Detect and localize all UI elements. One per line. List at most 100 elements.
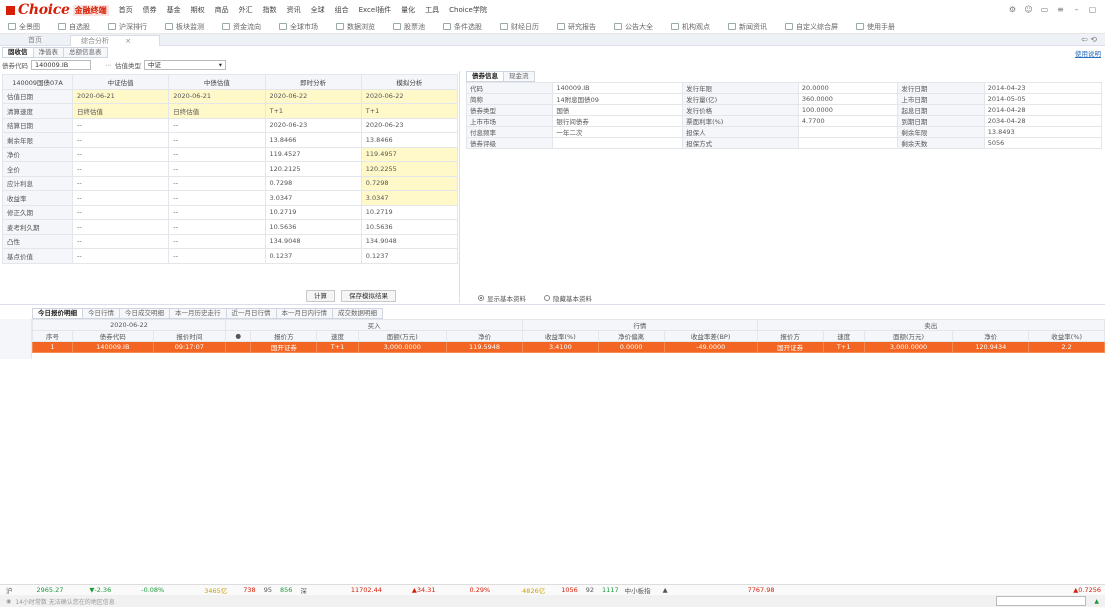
table-cell: -- <box>168 248 266 264</box>
table-row: 结算日期 -- -- 2020-06-23 2020-06-23 <box>2 117 459 133</box>
menu-item[interactable]: 全球 <box>311 5 325 15</box>
subtab[interactable]: 净值表 <box>32 47 64 58</box>
subtab[interactable]: 总额信息表 <box>63 47 108 58</box>
menu-item[interactable]: 商品 <box>215 5 229 15</box>
menu-item[interactable]: Excel插件 <box>359 5 392 15</box>
table-cell[interactable]: 13.8466 <box>360 132 459 148</box>
dropdown-icon[interactable]: ⋯ <box>105 62 111 69</box>
quick-search-input[interactable] <box>996 596 1087 606</box>
toolbar-item[interactable]: 研究报告 <box>557 22 596 32</box>
table-cell[interactable]: 0.1237 <box>360 248 459 264</box>
toolbar-label: 机构观点 <box>682 22 710 31</box>
subtab[interactable]: 固收信 <box>2 47 34 58</box>
table-row: 代码 140009.IB 发行年限 20.0000 发行日期 2014-04-23 <box>465 82 1103 94</box>
toolbar-item[interactable]: 全景图 <box>8 22 40 32</box>
quote-tab[interactable]: 今日报价明细 <box>32 308 83 319</box>
toolbar-item[interactable]: 股票池 <box>393 22 425 32</box>
tab-bond-info[interactable]: 债券信息 <box>466 71 504 82</box>
toolbar-item[interactable]: 公告大全 <box>614 22 653 32</box>
table-cell[interactable]: 119.4957 <box>360 146 459 162</box>
toolbar-item[interactable]: 数据浏览 <box>336 22 375 32</box>
sub-tabs: 固收信 净值表 总额信息表 <box>2 47 108 58</box>
help-link[interactable]: 使用说明 <box>1075 48 1101 58</box>
divider <box>0 304 1105 305</box>
table-cell[interactable]: 10.2719 <box>360 204 459 220</box>
table-cell[interactable]: 2020-06-23 <box>360 117 459 133</box>
sme-value: 7767.98 <box>747 586 775 594</box>
table-row: 基点价值 -- -- 0.1237 0.1237 <box>2 248 459 264</box>
table-cell: 3,000.0000 <box>863 341 954 353</box>
menu-item[interactable]: 组合 <box>335 5 349 15</box>
menu-item[interactable]: 债券 <box>143 5 157 15</box>
menu-item[interactable]: Choice学院 <box>449 5 487 15</box>
monitor-icon[interactable]: ▭ <box>1038 4 1051 15</box>
toolbar-icon <box>8 23 16 30</box>
table-row[interactable]: 1 140009.IB 09:17:07 国开证券 T+1 3,000.0000 119.5… <box>31 341 1105 353</box>
calculate-button[interactable]: 计算 <box>306 290 335 302</box>
radio-hide-info[interactable]: 隐藏基本资料 <box>544 293 592 303</box>
minimize-icon[interactable]: – <box>1070 4 1083 15</box>
radio-show-info[interactable]: 显示基本资料 <box>478 293 526 303</box>
quote-tab[interactable]: 今日行情 <box>82 308 120 319</box>
table-cell[interactable]: T+1 <box>360 103 459 119</box>
quote-tab[interactable]: 近一月日行情 <box>225 308 277 319</box>
toolbar-item[interactable]: 全球市场 <box>279 22 318 32</box>
tab-comprehensive-analysis[interactable]: 综合分析 × <box>70 35 160 46</box>
menu-item[interactable]: 首页 <box>119 5 133 15</box>
splitter[interactable] <box>459 71 460 303</box>
bond-code-input[interactable]: 140009.IB <box>31 60 91 70</box>
toolbar-item[interactable]: 机构观点 <box>671 22 710 32</box>
tab-cashflow[interactable]: 现金流 <box>503 71 535 82</box>
toolbar-item[interactable]: 沪深排行 <box>108 22 147 32</box>
toolbar-item[interactable]: 自选股 <box>58 22 90 32</box>
toolbar-item[interactable]: 自定义综合屏 <box>785 22 838 32</box>
table-cell: 上市市场 <box>465 115 554 127</box>
menu-item[interactable]: 基金 <box>167 5 181 15</box>
table-cell: -- <box>71 233 170 249</box>
toolbar-item[interactable]: 条件选股 <box>443 22 482 32</box>
toolbar-item[interactable]: 使用手册 <box>856 22 895 32</box>
valuation-type-select[interactable]: 中证 ▾ <box>144 60 226 70</box>
toolbar-label: 全球市场 <box>290 22 318 31</box>
tab-home[interactable]: 首页 <box>18 35 52 46</box>
menu-item[interactable]: 量化 <box>401 5 415 15</box>
table-cell[interactable]: 0.7298 <box>360 175 459 191</box>
toolbar-item[interactable]: 财经日历 <box>500 22 539 32</box>
close-icon[interactable]: × <box>125 37 131 45</box>
menu-icon[interactable]: ≡ <box>1054 4 1067 15</box>
save-simulation-button[interactable]: 保存模拟结果 <box>341 290 396 302</box>
table-cell[interactable]: 2020-06-22 <box>360 88 459 104</box>
table-cell[interactable]: 120.2255 <box>360 161 459 177</box>
column-header: 即时分析 <box>264 74 362 90</box>
table-cell[interactable]: 10.5636 <box>360 219 459 235</box>
settings-icon[interactable]: ⚙ <box>1006 4 1019 15</box>
toolbar-item[interactable]: 资金流向 <box>222 22 261 32</box>
quote-tab[interactable]: 本一月历史走行 <box>169 308 227 319</box>
toolbar-icon <box>614 23 622 30</box>
bond-info-table: 代码 140009.IB 发行年限 20.0000 发行日期 2014-04-23 简称 14… <box>465 82 1103 149</box>
menu-item[interactable]: 外汇 <box>239 5 253 15</box>
quote-tab[interactable]: 今日成交明细 <box>119 308 170 319</box>
table-cell[interactable]: 134.9048 <box>360 233 459 249</box>
back-icon[interactable]: ⇦ ⟲ <box>1081 35 1097 44</box>
menu-item[interactable]: 期权 <box>191 5 205 15</box>
toolbar-item[interactable]: 新闻资讯 <box>728 22 767 32</box>
toolbar-item[interactable]: 板块监测 <box>165 22 204 32</box>
menu-item[interactable]: 工具 <box>425 5 439 15</box>
menu-item[interactable]: 资讯 <box>287 5 301 15</box>
user-icon[interactable]: ☺ <box>1022 4 1035 15</box>
quote-tab[interactable]: 本一月日内行情 <box>275 308 333 319</box>
ticker-toggle-icon[interactable]: ▲ <box>663 586 668 594</box>
maximize-icon[interactable]: ▢ <box>1086 4 1099 15</box>
table-cell[interactable]: 3.0347 <box>360 190 459 206</box>
quote-tab[interactable]: 成交数据明细 <box>332 308 383 319</box>
column-header: 中债估值 <box>168 74 266 90</box>
menu-item[interactable]: 指数 <box>263 5 277 15</box>
table-cell: 4.7700 <box>797 115 899 127</box>
toolbar-label: 自选股 <box>69 22 90 31</box>
column-header: 中证估值 <box>71 74 170 90</box>
table-cell: -- <box>168 175 266 191</box>
table-cell: 0.7298 <box>264 175 362 191</box>
toolbar-label: 自定义综合屏 <box>796 22 838 31</box>
sz-flat-count: 92 <box>585 586 595 594</box>
